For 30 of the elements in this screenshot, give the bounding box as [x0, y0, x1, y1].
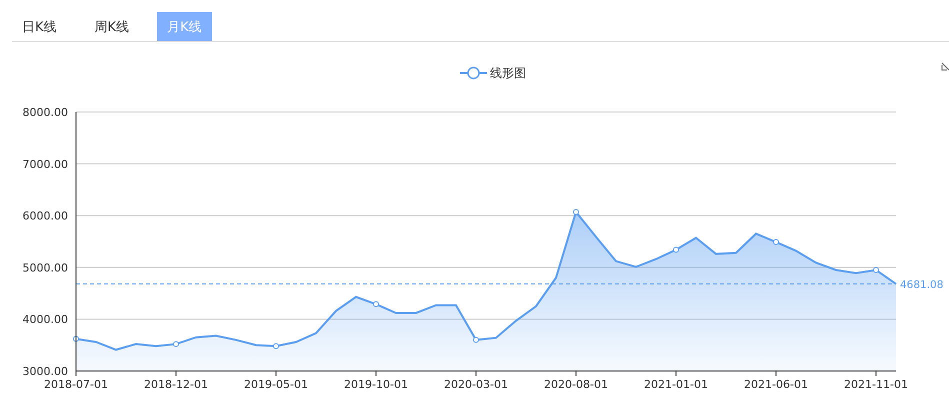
data-point: [873, 267, 879, 273]
x-axis-label: 2021-06-01: [744, 378, 808, 391]
download-icon[interactable]: [942, 62, 949, 70]
x-axis-label: 2020-08-01: [544, 378, 608, 391]
legend-marker-icon[interactable]: [460, 66, 487, 80]
x-axis-label: 2019-10-01: [344, 378, 408, 391]
x-axis-label: 2018-07-01: [44, 378, 108, 391]
data-point: [373, 301, 379, 308]
data-point: [73, 336, 79, 342]
data-point: [673, 246, 679, 253]
y-axis-label: 3000.00: [22, 365, 68, 378]
x-axis-label: 2021-11-01: [844, 378, 908, 391]
data-point: [573, 208, 579, 215]
y-axis-label: 7000.00: [22, 158, 68, 171]
y-axis-label: 8000.00: [22, 106, 68, 119]
tab[interactable]: 日K线: [12, 12, 67, 41]
legend-label[interactable]: 线形图: [490, 66, 526, 80]
x-axis-label: 2020-03-01: [444, 378, 508, 391]
x-axis-label: 2019-05-01: [244, 378, 308, 391]
data-point: [773, 239, 779, 246]
data-point: [173, 341, 179, 348]
y-axis-label: 5000.00: [22, 261, 68, 274]
data-point: [273, 343, 279, 350]
y-axis-label: 6000.00: [22, 210, 68, 223]
x-axis-label: 2021-01-01: [644, 378, 708, 391]
tab[interactable]: 周K线: [84, 12, 140, 41]
data-point: [473, 336, 479, 343]
average-label: 4681.08: [900, 278, 944, 291]
x-axis-label: 2018-12-01: [144, 378, 208, 391]
y-axis-label: 4000.00: [22, 313, 68, 326]
